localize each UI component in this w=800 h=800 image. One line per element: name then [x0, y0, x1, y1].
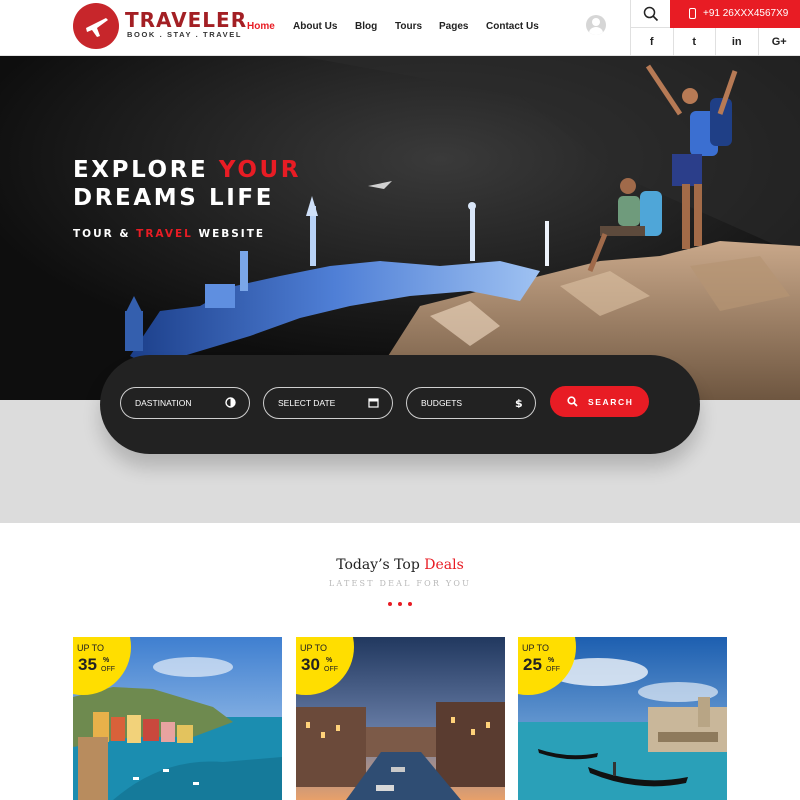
badge-up-to: UP TO [300, 643, 328, 653]
nav-tours[interactable]: Tours [395, 21, 422, 32]
search-button-label: SEARCH [588, 397, 634, 407]
nav-about-us[interactable]: About Us [293, 21, 337, 32]
facebook-icon[interactable]: f [630, 28, 673, 56]
deal-card[interactable]: UP TO 30 % OFF [296, 637, 505, 800]
user-avatar-icon[interactable] [586, 15, 606, 35]
section-divider-dots [388, 602, 412, 606]
badge-off: OFF [324, 666, 338, 673]
hero-sub-part: WEBSITE [192, 228, 266, 240]
mobile-phone-icon [689, 8, 696, 19]
calendar-icon [368, 398, 379, 408]
hero-banner: EXPLORE YOUR DREAMS LIFE TOUR & TRAVEL W… [0, 56, 800, 400]
dollar-icon: $ [515, 397, 523, 408]
nav-home[interactable]: Home [247, 21, 275, 32]
date-picker[interactable]: SELECT DATE [263, 387, 393, 419]
svg-text:$: $ [515, 397, 523, 408]
deal-card[interactable]: UP TO 25 % OFF [518, 637, 727, 800]
destination-label: DASTINATION [135, 398, 192, 408]
hero-title-accent: YOUR [218, 157, 302, 183]
nav-contact-us[interactable]: Contact Us [486, 21, 539, 32]
search-button[interactable]: SEARCH [550, 386, 649, 417]
phone-number: +91 26XXX4567X9 [703, 8, 789, 19]
hero-title-line2: DREAMS LIFE [73, 185, 275, 211]
search-panel: DASTINATION SELECT DATE BUDGETS $ SEARCH [100, 355, 700, 454]
deals-subtitle: LATEST DEAL FOR YOU [328, 579, 472, 588]
badge-percent: % [326, 657, 333, 664]
hero-title: EXPLORE YOUR DREAMS LIFE [73, 156, 301, 212]
logo-wordmark[interactable]: TRAVELER [125, 8, 247, 32]
budget-label: BUDGETS [421, 398, 463, 408]
compass-icon [225, 397, 236, 408]
badge-off: OFF [101, 666, 115, 673]
google-plus-icon[interactable]: G+ [757, 28, 800, 56]
deals-title-accent: Deals [424, 557, 464, 573]
budget-select[interactable]: BUDGETS $ [406, 387, 536, 419]
nav-blog[interactable]: Blog [355, 21, 377, 32]
twitter-icon[interactable]: t [672, 28, 716, 56]
badge-off: OFF [546, 666, 560, 673]
site-header: TRAVELER BOOK . STAY . TRAVEL Home About… [0, 0, 800, 56]
logo-tagline: BOOK . STAY . TRAVEL [127, 30, 243, 39]
nav-pages[interactable]: Pages [439, 21, 468, 32]
date-label: SELECT DATE [278, 398, 336, 408]
search-icon [643, 6, 659, 22]
badge-up-to: UP TO [522, 643, 550, 653]
phone-contact[interactable]: +91 26XXX4567X9 [670, 0, 800, 28]
badge-discount: 30 [301, 655, 320, 674]
deals-title: Today’s Top Deals [0, 557, 800, 573]
badge-percent: % [103, 657, 110, 664]
deals-title-part: Today’s Top [336, 557, 425, 573]
hero-sub-accent: TRAVEL [136, 228, 193, 240]
badge-percent: % [548, 657, 555, 664]
hero-sub-part: TOUR & [73, 228, 137, 240]
deal-card[interactable]: UP TO 35 % OFF [73, 637, 282, 800]
badge-discount: 35 [78, 655, 97, 674]
hero-subtitle: TOUR & TRAVEL WEBSITE [73, 228, 265, 240]
logo-plane-icon[interactable] [73, 3, 119, 49]
badge-discount: 25 [523, 655, 542, 674]
badge-up-to: UP TO [77, 643, 105, 653]
header-search-button[interactable] [630, 0, 670, 28]
linkedin-icon[interactable]: in [715, 28, 758, 56]
destination-select[interactable]: DASTINATION [120, 387, 250, 419]
hero-title-part: EXPLORE [73, 157, 219, 183]
search-icon [567, 396, 578, 407]
social-links: f t in G+ [630, 28, 800, 56]
